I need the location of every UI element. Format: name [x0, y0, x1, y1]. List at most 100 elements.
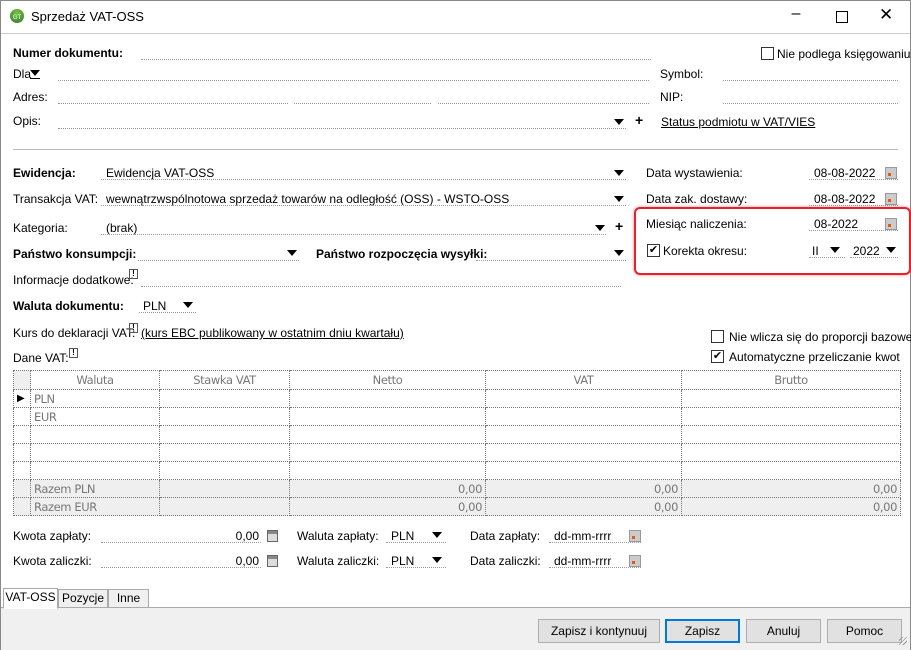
save-button[interactable]: Zapisz [665, 619, 740, 643]
table-row[interactable] [13, 425, 901, 444]
kategoria-select[interactable]: (brak) [106, 221, 137, 235]
data-zaliczki-field[interactable]: dd-mm-rrrr [554, 554, 611, 568]
cell[interactable] [159, 425, 290, 444]
table-row[interactable]: EUR [13, 407, 901, 426]
column-header[interactable]: Brutto [681, 370, 901, 390]
waluta-zaplaty-select[interactable]: PLN [391, 529, 414, 543]
kwota-zaplaty-field[interactable]: 0,00 [101, 529, 259, 543]
cell[interactable] [159, 461, 290, 480]
waluta-select[interactable]: PLN [143, 299, 166, 313]
cell[interactable] [289, 461, 486, 480]
column-header[interactable]: Waluta [30, 370, 160, 390]
vies-status-link[interactable]: Status podmiotu w VAT/VIES [661, 115, 815, 129]
korekta-okres-select[interactable]: II [812, 244, 819, 258]
cell-waluta[interactable] [30, 461, 160, 480]
calendar-icon[interactable] [629, 530, 641, 542]
nip-field[interactable] [723, 103, 898, 104]
column-header[interactable]: VAT [485, 370, 682, 390]
calendar-icon[interactable] [885, 193, 897, 205]
opis-add-icon[interactable]: + [635, 112, 643, 128]
cell[interactable] [485, 461, 682, 480]
symbol-field[interactable] [723, 80, 898, 81]
cell[interactable] [485, 407, 682, 426]
nie-wlicza-checkbox[interactable] [711, 330, 724, 343]
ewidencja-select[interactable]: Ewidencja VAT-OSS [106, 166, 214, 180]
nie-podlega-checkbox[interactable] [761, 47, 774, 60]
cell[interactable] [159, 389, 290, 408]
auto-przeliczanie-checkbox[interactable]: ✔ [711, 350, 724, 363]
calendar-icon[interactable] [885, 218, 897, 230]
data-wystawienia-field[interactable]: 08-08-2022 [814, 166, 875, 180]
cell-waluta[interactable]: EUR [30, 407, 160, 426]
cell[interactable] [681, 389, 901, 408]
cell[interactable] [289, 389, 486, 408]
cell[interactable] [289, 407, 486, 426]
column-header[interactable]: Netto [289, 370, 486, 390]
numer-field[interactable] [141, 59, 651, 60]
table-row[interactable] [13, 461, 901, 480]
calendar-icon[interactable] [885, 167, 897, 179]
ewidencja-dropdown-icon[interactable] [614, 170, 624, 176]
cell[interactable] [681, 407, 901, 426]
opis-field[interactable] [58, 128, 626, 129]
cell[interactable] [681, 443, 901, 462]
dane-vat-info-icon[interactable]: ! [69, 348, 78, 358]
waluta-zaliczki-dropdown-icon[interactable] [432, 557, 442, 563]
dla-dropdown-icon[interactable] [30, 70, 40, 76]
resize-grip-icon[interactable] [899, 637, 907, 645]
kategoria-add-icon[interactable]: + [615, 218, 623, 234]
waluta-zaliczki-select[interactable]: PLN [391, 554, 414, 568]
cell[interactable] [681, 461, 901, 480]
calculator-icon[interactable] [267, 530, 278, 542]
save-continue-button[interactable]: Zapisz i kontynuuj [538, 619, 660, 643]
adres-field-3[interactable] [438, 103, 649, 104]
tab-inne[interactable]: Inne [108, 589, 149, 608]
korekta-okres-dropdown-icon[interactable] [830, 247, 840, 253]
transakcja-select[interactable]: wewnątrzwspólnotowa sprzedaż towarów na … [106, 192, 509, 206]
cell[interactable] [485, 425, 682, 444]
data-dostawy-field[interactable]: 08-08-2022 [814, 192, 875, 206]
cell[interactable] [289, 443, 486, 462]
panstwo-konsumpcji-dropdown-icon[interactable] [287, 250, 297, 256]
table-row[interactable] [13, 443, 901, 462]
info-dodatkowe-icon[interactable]: ! [129, 269, 138, 279]
cell[interactable] [485, 443, 682, 462]
panstwo-wysylki-select[interactable] [476, 260, 626, 261]
calculator-icon[interactable] [267, 555, 278, 567]
minimize-button[interactable]: – [781, 5, 811, 23]
adres-field-1[interactable] [58, 103, 288, 104]
data-zaplaty-field[interactable]: dd-mm-rrrr [554, 529, 611, 543]
cell[interactable] [681, 425, 901, 444]
cell-waluta[interactable] [30, 443, 160, 462]
panstwo-konsumpcji-select[interactable] [138, 260, 299, 261]
waluta-zaplaty-dropdown-icon[interactable] [432, 532, 442, 538]
dla-field[interactable] [58, 80, 649, 81]
korekta-rok-select[interactable]: 2022 [853, 244, 880, 258]
cell[interactable] [485, 389, 682, 408]
cell-waluta[interactable]: PLN [30, 389, 160, 408]
maximize-button[interactable] [836, 11, 848, 23]
opis-dropdown-icon[interactable] [614, 119, 624, 125]
waluta-dropdown-icon[interactable] [183, 302, 193, 308]
tab-pozycje[interactable]: Pozycje [58, 589, 108, 608]
panstwo-wysylki-dropdown-icon[interactable] [614, 250, 624, 256]
korekta-rok-dropdown-icon[interactable] [886, 247, 896, 253]
miesiac-field[interactable]: 08-2022 [814, 217, 858, 231]
help-button[interactable]: Pomoc [827, 619, 902, 643]
cell[interactable] [289, 425, 486, 444]
cancel-button[interactable]: Anuluj [746, 619, 821, 643]
tab-vat-oss[interactable]: VAT-OSS [3, 588, 58, 609]
kategoria-dropdown-icon[interactable] [595, 225, 605, 231]
cell[interactable] [159, 443, 290, 462]
kurs-info-icon[interactable]: ! [129, 323, 138, 333]
cell-waluta[interactable] [30, 425, 160, 444]
calendar-icon[interactable] [629, 555, 641, 567]
kurs-link[interactable]: (kurs EBC publikowany w ostatnim dniu kw… [141, 326, 404, 340]
close-button[interactable]: ✕ [879, 5, 893, 25]
kwota-zaliczki-field[interactable]: 0,00 [101, 554, 259, 568]
transakcja-dropdown-icon[interactable] [614, 196, 624, 202]
column-header[interactable]: Stawka VAT [159, 370, 290, 390]
korekta-checkbox[interactable]: ✔ [647, 244, 660, 257]
table-row[interactable]: ▶ PLN [13, 389, 901, 408]
cell[interactable] [159, 407, 290, 426]
